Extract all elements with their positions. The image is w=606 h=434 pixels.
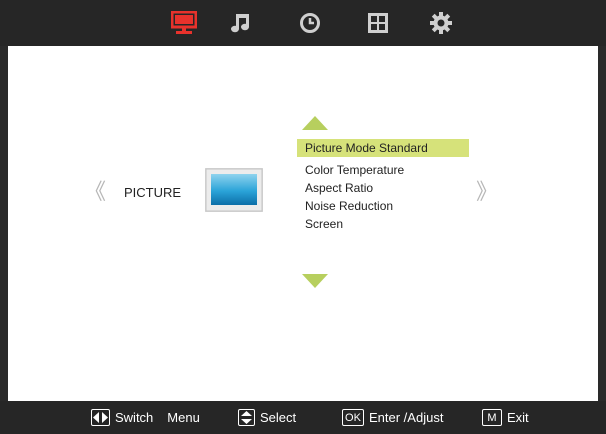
menu-item-noise-reduction[interactable]: Noise Reduction (297, 197, 469, 215)
help-bar: Switch Menu Select OK Enter /Adjust M Ex… (0, 401, 606, 434)
menu-tab-bar (0, 0, 606, 46)
previous-section-arrow[interactable]: 《 (84, 181, 106, 203)
grid-icon (368, 13, 388, 33)
help-select-label: Select (260, 410, 297, 425)
help-enter-adjust: OK Enter /Adjust (342, 401, 443, 434)
scroll-down-arrow[interactable] (302, 274, 328, 288)
clock-icon (300, 13, 320, 33)
ok-key: OK (342, 409, 364, 426)
help-select: Select (238, 401, 296, 434)
up-down-arrows-icon (241, 411, 252, 424)
scroll-up-arrow[interactable] (302, 116, 328, 130)
picture-menu-list: Picture Mode Standard Color Temperature … (297, 139, 469, 233)
tab-picture[interactable] (170, 10, 198, 36)
m-key: M (482, 409, 502, 426)
left-right-key-icon (91, 409, 110, 426)
help-enter-label: Enter /Adjust (369, 410, 444, 425)
picture-thumbnail-icon (205, 168, 263, 212)
help-exit-label: Exit (507, 410, 529, 425)
up-down-key-icon (238, 409, 255, 426)
next-section-arrow[interactable]: 》 (476, 181, 498, 203)
help-switch-label: Switch (115, 410, 154, 425)
menu-item-picture-mode[interactable]: Picture Mode Standard (297, 139, 469, 157)
help-menu-label: Menu (167, 410, 200, 425)
tv-menu-frame: 《 PICTURE Picture Mode Standard Color Te… (0, 0, 606, 434)
left-right-arrows-icon (93, 412, 108, 423)
help-switch-menu: Switch Menu (91, 401, 200, 434)
gear-icon (430, 12, 452, 34)
music-note-icon (231, 14, 249, 33)
monitor-icon (171, 11, 197, 34)
tab-setup[interactable] (364, 10, 392, 36)
tab-option[interactable] (427, 10, 455, 36)
menu-item-screen[interactable]: Screen (297, 215, 469, 233)
menu-item-aspect-ratio[interactable]: Aspect Ratio (297, 179, 469, 197)
tab-time[interactable] (296, 10, 324, 36)
help-exit: M Exit (482, 401, 529, 434)
menu-item-color-temperature[interactable]: Color Temperature (297, 161, 469, 179)
section-title: PICTURE (124, 185, 182, 200)
tab-sound[interactable] (226, 10, 254, 36)
